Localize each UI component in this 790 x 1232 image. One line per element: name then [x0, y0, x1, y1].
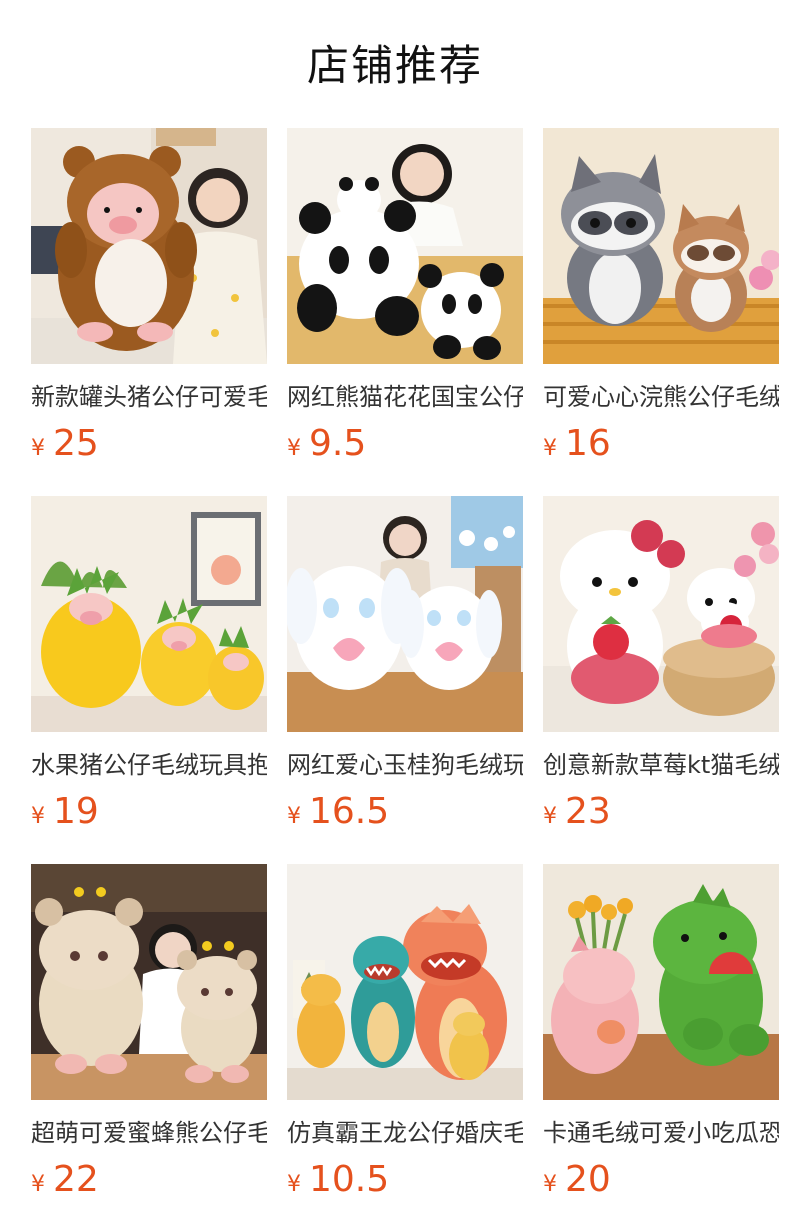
product-name[interactable]: 卡通毛绒可爱小吃瓜恐龙公仔 [543, 1118, 779, 1148]
product-price: ¥16 [543, 424, 779, 464]
product-card[interactable]: 网红爱心玉桂狗毛绒玩具 ¥16.5 [287, 496, 523, 864]
product-price: ¥9.5 [287, 424, 523, 464]
product-card[interactable]: 超萌可爱蜜蜂熊公仔毛绒玩具 ¥22 [31, 864, 267, 1232]
currency-symbol: ¥ [287, 1172, 301, 1197]
section-title: 店铺推荐 [306, 41, 483, 90]
product-name[interactable]: 可爱心心浣熊公仔毛绒玩具 [543, 382, 779, 412]
currency-symbol: ¥ [287, 804, 301, 829]
product-price: ¥20 [543, 1160, 779, 1200]
product-name[interactable]: 创意新款草莓kt猫毛绒玩具 [543, 750, 779, 780]
product-card[interactable]: 可爱心心浣熊公仔毛绒玩具 ¥16 [543, 128, 779, 496]
product-price: ¥16.5 [287, 792, 523, 832]
product-price: ¥22 [31, 1160, 267, 1200]
price-value: 16.5 [309, 791, 390, 832]
currency-symbol: ¥ [543, 804, 557, 829]
plush-dinosaur-photo-icon[interactable] [287, 864, 523, 1100]
product-name[interactable]: 超萌可爱蜜蜂熊公仔毛绒玩具 [31, 1118, 267, 1148]
plush-green-dino-photo-icon[interactable] [543, 864, 779, 1100]
price-value: 23 [565, 791, 611, 832]
price-value: 16 [565, 423, 611, 464]
product-card[interactable]: 水果猪公仔毛绒玩具抱枕 ¥19 [31, 496, 267, 864]
product-name[interactable]: 仿真霸王龙公仔婚庆毛绒玩具 [287, 1118, 523, 1148]
product-price: ¥10.5 [287, 1160, 523, 1200]
price-value: 19 [53, 791, 99, 832]
price-value: 9.5 [309, 423, 367, 464]
plush-pineapple-pig-photo-icon[interactable] [31, 496, 267, 732]
product-name[interactable]: 网红爱心玉桂狗毛绒玩具 [287, 750, 523, 780]
product-name[interactable]: 水果猪公仔毛绒玩具抱枕 [31, 750, 267, 780]
plush-kitty-strawberry-photo-icon[interactable] [543, 496, 779, 732]
product-grid: 新款罐头猪公仔可爱毛绒玩具 ¥25 [31, 128, 779, 1232]
currency-symbol: ¥ [31, 436, 45, 461]
product-card[interactable]: 仿真霸王龙公仔婚庆毛绒玩具 ¥10.5 [287, 864, 523, 1232]
product-price: ¥19 [31, 792, 267, 832]
product-name[interactable]: 新款罐头猪公仔可爱毛绒玩具 [31, 382, 267, 412]
plush-cinnamoroll-photo-icon[interactable] [287, 496, 523, 732]
product-card[interactable]: 卡通毛绒可爱小吃瓜恐龙公仔 ¥20 [543, 864, 779, 1232]
plush-raccoon-photo-icon[interactable] [543, 128, 779, 364]
price-value: 22 [53, 1159, 99, 1200]
currency-symbol: ¥ [543, 436, 557, 461]
plush-panda-photo-icon[interactable] [287, 128, 523, 364]
plush-bee-bear-photo-icon[interactable] [31, 864, 267, 1100]
price-value: 10.5 [309, 1159, 390, 1200]
price-value: 25 [53, 423, 99, 464]
currency-symbol: ¥ [543, 1172, 557, 1197]
price-value: 20 [565, 1159, 611, 1200]
currency-symbol: ¥ [287, 436, 301, 461]
currency-symbol: ¥ [31, 1172, 45, 1197]
product-price: ¥23 [543, 792, 779, 832]
product-card[interactable]: 创意新款草莓kt猫毛绒玩具 ¥23 [543, 496, 779, 864]
currency-symbol: ¥ [31, 804, 45, 829]
product-card[interactable]: 新款罐头猪公仔可爱毛绒玩具 ¥25 [31, 128, 267, 496]
product-price: ¥25 [31, 424, 267, 464]
plush-pig-bear-photo-icon[interactable] [31, 128, 267, 364]
product-name[interactable]: 网红熊猫花花国宝公仔毛绒玩具 [287, 382, 523, 412]
product-card[interactable]: 网红熊猫花花国宝公仔毛绒玩具 ¥9.5 [287, 128, 523, 496]
